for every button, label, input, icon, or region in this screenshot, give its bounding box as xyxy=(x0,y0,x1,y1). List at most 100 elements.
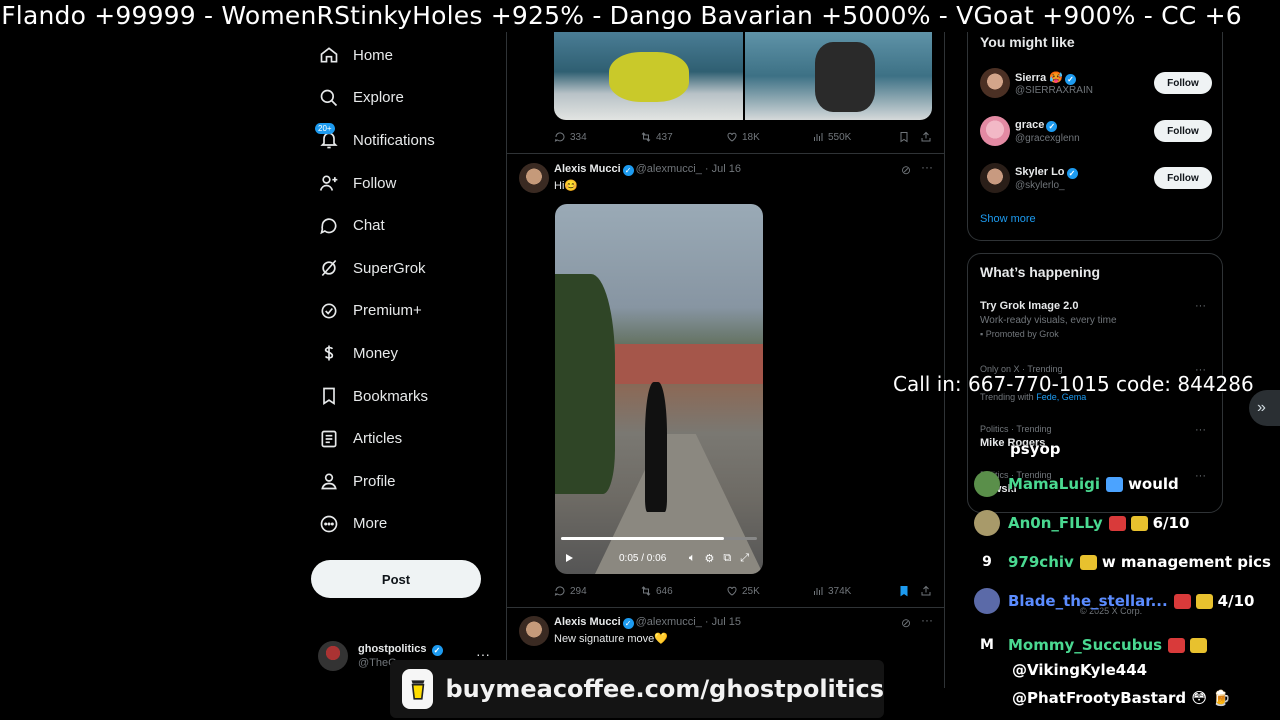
more-options-icon[interactable]: ··· xyxy=(1195,300,1206,312)
sidebar-item-money[interactable]: Money xyxy=(308,332,508,375)
like-button[interactable]: 18K xyxy=(726,131,760,143)
post-button[interactable]: Post xyxy=(311,560,481,598)
sidebar-item-label: Premium+ xyxy=(353,302,422,320)
bookmark-icon xyxy=(900,586,908,597)
more-options-icon[interactable]: ··· xyxy=(1195,424,1206,436)
share-icon xyxy=(921,585,931,596)
coffee-cup-icon xyxy=(402,669,434,709)
sub-badge-icon xyxy=(1190,637,1208,653)
volume-icon[interactable]: 🔈︎ xyxy=(689,552,696,565)
show-more-link[interactable]: Show more xyxy=(980,213,1036,225)
sidebar-item-bookmarks[interactable]: Bookmarks xyxy=(308,375,508,418)
sidebar-item-label: Home xyxy=(353,46,394,64)
views-button[interactable]: 550K xyxy=(812,131,851,143)
sidebar-item-label: Notifications xyxy=(353,131,435,149)
articles-icon xyxy=(318,428,340,450)
suggested-user[interactable]: Sierra 🥵 ✓ @SIERRAXRAIN Follow xyxy=(980,68,1212,100)
suggested-user[interactable]: Skyler Lo ✓ @skylerlo_ Follow xyxy=(980,163,1212,195)
follow-button[interactable]: Follow xyxy=(1154,120,1212,142)
grok-icon[interactable]: ⊘ xyxy=(901,616,911,630)
video-progress-bar[interactable] xyxy=(561,537,757,540)
sub-badge-icon xyxy=(1130,515,1148,531)
more-options-icon[interactable]: ··· xyxy=(1195,470,1206,482)
sidebar-item-label: Money xyxy=(353,344,399,362)
money-icon xyxy=(318,342,340,364)
sub-badge-icon xyxy=(1079,554,1097,570)
bookmark-button[interactable] xyxy=(898,585,910,597)
avatar[interactable] xyxy=(519,163,549,193)
avatar xyxy=(318,641,348,671)
ticker-text: -Flando +99999 - WomenRStinkyHoles +925%… xyxy=(0,1,1242,30)
sidebar-item-more[interactable]: More xyxy=(308,503,508,546)
expand-panel-button[interactable]: » xyxy=(1249,390,1280,426)
post-actions: 294 646 25K 374K xyxy=(554,582,934,600)
picture-in-picture-icon[interactable]: ⧉ xyxy=(723,552,731,565)
user-name: Sierra 🥵 ✓ xyxy=(1015,71,1078,85)
person-add-icon xyxy=(318,172,340,194)
donation-banner[interactable]: buymeacoffee.com/ghostpolitics xyxy=(390,660,884,718)
post-author[interactable]: Alexis Mucci ✓ @alexmucci_ · Jul 15 xyxy=(554,616,741,629)
play-icon[interactable] xyxy=(563,552,575,564)
grok-icon xyxy=(318,257,340,279)
video-player[interactable]: 0:05 / 0:06 🔈︎ ⚙︎ ⧉ ⤢ xyxy=(555,204,763,574)
sidebar-item-label: SuperGrok xyxy=(353,259,426,277)
share-button[interactable] xyxy=(920,585,932,597)
sidebar-item-premium[interactable]: Premium+ xyxy=(308,290,508,333)
suggested-user[interactable]: grace ✓ @gracexglenn Follow xyxy=(980,116,1212,148)
repost-button[interactable]: 437 xyxy=(640,131,673,143)
promoted-label: ▪ Promoted by Grok xyxy=(980,329,1059,339)
sidebar-item-follow[interactable]: Follow xyxy=(308,162,508,205)
user-handle: @skylerlo_ xyxy=(1015,180,1065,191)
sidebar-item-profile[interactable]: Profile xyxy=(308,460,508,503)
post-media[interactable] xyxy=(554,32,932,120)
sidebar-item-chat[interactable]: Chat xyxy=(308,204,508,247)
chat-message: An0n_FILLy 6/10 xyxy=(974,510,1189,536)
reply-button[interactable]: 334 xyxy=(554,131,587,143)
settings-icon[interactable]: ⚙︎ xyxy=(704,552,714,565)
post-text: New signature move💛 xyxy=(554,633,668,645)
sidebar-item-explore[interactable]: Explore xyxy=(308,77,508,120)
moderator-badge-icon xyxy=(1173,593,1191,609)
chat-message: Blade_the_stellar... 4/10 xyxy=(974,588,1254,614)
repost-button[interactable]: 646 xyxy=(640,585,673,597)
follow-button[interactable]: Follow xyxy=(1154,167,1212,189)
media-image[interactable] xyxy=(554,32,743,120)
bookmark-button[interactable] xyxy=(898,131,910,143)
bookmark-icon xyxy=(900,132,908,143)
chat-message: M Mommy_Succubus xyxy=(974,632,1212,658)
post-author[interactable]: Alexis Mucci ✓ @alexmucci_ · Jul 16 xyxy=(554,163,741,176)
sidebar-item-supergrok[interactable]: SuperGrok xyxy=(308,247,508,290)
chat-message: psyop xyxy=(1010,440,1061,458)
post-text: Hi😊 xyxy=(554,180,579,192)
timeline: 334 437 18K 550K Alexis Mucci ✓ @alexmucci… xyxy=(506,32,945,692)
sidebar-item-articles[interactable]: Articles xyxy=(308,417,508,460)
who-to-follow-card: You might like Sierra 🥵 ✓ @SIERRAXRAIN Fo… xyxy=(967,22,1223,241)
follow-button[interactable]: Follow xyxy=(1154,72,1212,94)
share-button[interactable] xyxy=(920,131,932,143)
verified-icon: ✓ xyxy=(1064,74,1076,85)
grok-icon[interactable]: ⊘ xyxy=(901,163,911,177)
chat-message: MamaLuigi would xyxy=(974,471,1179,497)
sidebar-item-notifications[interactable]: 20+ Notifications xyxy=(308,119,508,162)
views-button[interactable]: 374K xyxy=(812,585,851,597)
chat-message-continued: @PhatFrootyBastard 😳 🍺 xyxy=(1012,689,1231,707)
fullscreen-icon[interactable]: ⤢ xyxy=(740,552,749,565)
reply-icon xyxy=(554,132,565,142)
user-handle: @SIERRAXRAIN xyxy=(1015,85,1093,96)
more-icon xyxy=(318,513,340,535)
sidebar-item-home[interactable]: Home xyxy=(308,34,508,77)
post-header: Alexis Mucci ✓ @alexmucci_ · Jul 15 New si… xyxy=(519,613,939,656)
avatar[interactable] xyxy=(519,616,549,646)
more-options-icon[interactable]: ··· xyxy=(921,613,933,627)
verified-icon: ✓ xyxy=(622,618,634,629)
trend-item[interactable]: Try Grok Image 2.0 Work-ready visuals, e… xyxy=(980,300,1212,339)
sidebar-item-label: Bookmarks xyxy=(353,387,429,405)
ticker-banner: -Flando +99999 - WomenRStinkyHoles +925%… xyxy=(0,0,1280,32)
sidebar-item-label: Follow xyxy=(353,174,397,192)
media-image[interactable] xyxy=(743,32,932,120)
more-options-icon[interactable]: ··· xyxy=(921,160,933,174)
like-button[interactable]: 25K xyxy=(726,585,760,597)
reply-button[interactable]: 294 xyxy=(554,585,587,597)
chat-icon xyxy=(318,215,340,237)
user-name: grace ✓ xyxy=(1015,119,1059,132)
